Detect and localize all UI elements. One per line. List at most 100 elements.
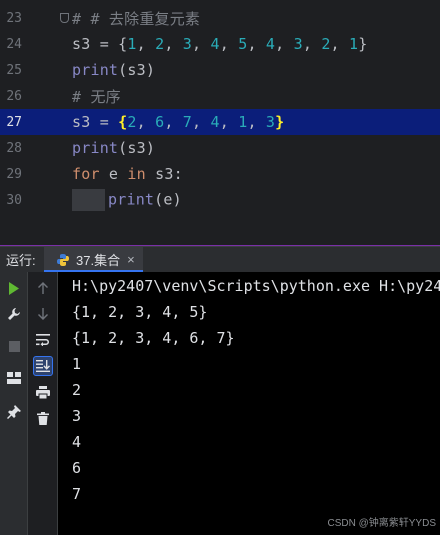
printer-icon <box>36 385 50 399</box>
console-line: H:\py2407\venv\Scripts\python.exe H:\py2… <box>72 277 440 295</box>
code-token: 2 <box>321 35 331 53</box>
code-editor[interactable]: 23 # # 去除重复元素 24 s3 = {1, 2, 3, 4, 5, 4, 3,… <box>0 0 440 222</box>
modify-run-config-button[interactable] <box>4 304 24 324</box>
code-token: for <box>72 165 100 183</box>
code-token: (s3) <box>118 61 156 79</box>
code-token: 4 <box>210 35 220 53</box>
line-number: 24 <box>6 36 22 52</box>
stop-icon <box>8 340 20 352</box>
console-line: {1, 2, 3, 4, 6, 7} <box>72 329 235 347</box>
code-token: s3 = <box>72 113 119 131</box>
code-token: 1 <box>127 35 137 53</box>
code-token: 6 <box>155 113 165 131</box>
run-tool-window: H:\py2407\venv\Scripts\python.exe H:\py2… <box>0 272 440 535</box>
run-tool-window-header: 运行: 37.集合 × <box>0 246 440 273</box>
code-token: , <box>192 35 211 53</box>
run-window-title: 运行: <box>6 253 36 268</box>
layout-icon <box>7 372 21 384</box>
code-token: 3 <box>293 35 303 53</box>
code-line[interactable]: 28 print(s3) <box>0 135 440 161</box>
code-token: , <box>247 113 266 131</box>
python-file-icon <box>57 253 69 266</box>
console-line: 3 <box>72 407 82 425</box>
code-text: for e in s3: <box>72 165 183 183</box>
code-token: 1 <box>349 35 359 53</box>
code-token: 4 <box>210 113 220 131</box>
scroll-down-button[interactable] <box>33 304 53 324</box>
code-text: print(s3) <box>72 139 155 157</box>
code-text: # # 去除重复元素 <box>72 8 200 29</box>
rerun-button[interactable] <box>4 278 24 298</box>
code-token: 4 <box>265 35 276 53</box>
code-text: print(s3) <box>72 61 155 79</box>
code-token: # # 去除重复元素 <box>72 9 201 28</box>
soft-wrap-button[interactable] <box>33 330 53 350</box>
code-line[interactable]: 24 s3 = {1, 2, 3, 4, 5, 4, 3, 2, 1} <box>0 31 440 57</box>
code-line[interactable]: 25 print(s3) <box>0 57 440 83</box>
clear-all-button[interactable] <box>33 408 53 428</box>
code-token: (e) <box>154 190 182 209</box>
code-token: print <box>72 61 119 79</box>
code-token: , <box>164 113 183 131</box>
indent-guide <box>72 189 105 211</box>
line-number: 26 <box>6 88 22 104</box>
code-text: s3 = {1, 2, 3, 4, 5, 4, 3, 2, 1} <box>72 35 367 53</box>
code-line[interactable]: 23 # # 去除重复元素 <box>0 5 440 31</box>
trash-icon <box>37 411 49 425</box>
scroll-up-button[interactable] <box>33 278 53 298</box>
layout-button[interactable] <box>4 368 24 388</box>
console-line: 1 <box>72 355 82 373</box>
code-token: s3: <box>145 165 183 183</box>
code-line[interactable]: 27 s3 = {2, 6, 7, 4, 1, 3} <box>0 109 440 135</box>
code-text: # 无序 <box>72 86 121 107</box>
code-token: # 无序 <box>72 87 121 106</box>
code-token: s3 = { <box>72 35 128 53</box>
code-token: , <box>136 35 156 53</box>
run-toolbar-secondary <box>28 272 58 535</box>
line-number: 23 <box>6 10 22 26</box>
code-token: 7 <box>182 113 193 131</box>
close-tab-icon[interactable]: × <box>127 252 135 267</box>
run-toolbar-primary <box>0 272 28 535</box>
line-number: 27 <box>6 114 22 130</box>
arrow-down-icon <box>38 308 48 320</box>
console-line: 4 <box>72 433 82 451</box>
pin-tab-button[interactable] <box>4 402 24 422</box>
code-line[interactable]: 29 for e in s3: <box>0 161 440 187</box>
watermark-text: CSDN @钟离紫轩YYDS <box>327 518 437 529</box>
code-token: { <box>118 113 128 131</box>
code-token: , <box>164 35 183 53</box>
fold-marker-icon[interactable] <box>60 13 69 23</box>
run-tab-37-set[interactable]: 37.集合 × <box>44 246 143 273</box>
code-token: , <box>275 35 294 53</box>
code-token: print <box>72 139 119 157</box>
code-token: } <box>275 113 285 131</box>
code-token: } <box>358 35 368 53</box>
code-text: s3 = {2, 6, 7, 4, 1, 3} <box>72 113 284 131</box>
code-token: 2 <box>127 113 137 131</box>
scroll-to-end-button[interactable] <box>33 356 53 376</box>
console-line: {1, 2, 3, 4, 5} <box>72 303 208 321</box>
code-token: (s3) <box>118 139 156 157</box>
pin-icon <box>7 405 21 419</box>
code-token: , <box>136 113 156 131</box>
print-button[interactable] <box>33 382 53 402</box>
code-token: , <box>247 35 266 53</box>
scroll-to-end-icon <box>36 360 50 372</box>
code-token: 3 <box>265 113 276 131</box>
code-token: print <box>108 190 155 209</box>
stop-button[interactable] <box>4 336 24 356</box>
console-output[interactable]: H:\py2407\venv\Scripts\python.exe H:\py2… <box>72 272 440 535</box>
wrench-icon <box>8 308 20 320</box>
code-token: e <box>99 165 128 183</box>
code-text: print(e) <box>72 189 182 211</box>
code-token: , <box>219 113 239 131</box>
code-token: 3 <box>182 35 193 53</box>
code-token: , <box>330 35 350 53</box>
console-line: 6 <box>72 459 82 477</box>
line-number: 30 <box>6 192 22 208</box>
code-line[interactable]: 26 # 无序 <box>0 83 440 109</box>
line-number: 25 <box>6 62 22 78</box>
line-number: 28 <box>6 140 22 156</box>
code-line[interactable]: 30 print(e) <box>0 187 440 213</box>
